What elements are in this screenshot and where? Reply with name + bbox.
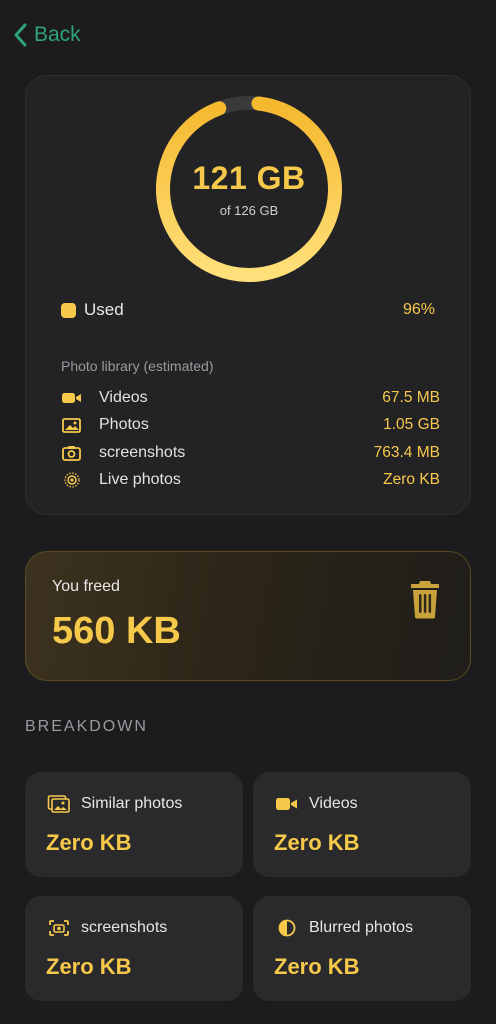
- back-label: Back: [34, 23, 81, 46]
- storage-card: 121 GB of 126 GB Used 96% Photo library …: [25, 75, 471, 515]
- library-row-photos: Photos 1.05 GB: [61, 412, 440, 440]
- total-storage-text: of 126 GB: [219, 203, 279, 218]
- breakdown-title: BREAKDOWN: [25, 718, 148, 735]
- library-row-screenshots: screenshots 763.4 MB: [61, 439, 440, 467]
- video-icon: [276, 798, 297, 810]
- similar-photos-icon: [47, 795, 70, 813]
- video-icon: [61, 388, 87, 408]
- freed-value: 560 KB: [52, 610, 181, 652]
- photo-icon: [61, 415, 87, 435]
- blurred-photos-icon: [278, 919, 296, 937]
- used-label: Used: [84, 300, 124, 319]
- tile-similar-photos[interactable]: Similar photos Zero KB: [25, 772, 243, 877]
- back-button[interactable]: Back: [12, 22, 81, 48]
- tile-blurred-photos[interactable]: Blurred photos Zero KB: [253, 896, 471, 1001]
- chevron-left-icon: [14, 23, 27, 47]
- tile-label: Videos: [309, 795, 358, 812]
- library-row-videos: Videos 67.5 MB: [61, 384, 440, 412]
- used-swatch: [61, 302, 76, 318]
- tile-value: Zero KB: [274, 954, 360, 979]
- tile-label: Blurred photos: [309, 919, 414, 936]
- freed-label: You freed: [52, 578, 120, 595]
- tile-value: Zero KB: [46, 830, 132, 855]
- photo-library-list: Videos 67.5 MB Photos 1.05 GB screenshot…: [61, 384, 440, 494]
- tile-value: Zero KB: [46, 954, 132, 979]
- screenshot-icon: [61, 443, 87, 463]
- tile-label: Similar photos: [81, 795, 183, 812]
- screenshot-icon: [49, 920, 69, 936]
- library-row-live-photos: Live photos Zero KB: [61, 467, 440, 495]
- tile-value: Zero KB: [274, 830, 360, 855]
- tile-label: screenshots: [81, 919, 168, 936]
- ring-center: 121 GB of 126 GB: [150, 90, 348, 288]
- used-legend-row: Used 96%: [61, 300, 435, 320]
- trash-icon[interactable]: [408, 578, 442, 620]
- tile-screenshots[interactable]: screenshots Zero KB: [25, 896, 243, 1001]
- used-percent: 96%: [402, 301, 435, 318]
- photo-library-title: Photo library (estimated): [61, 358, 214, 374]
- used-storage-value: 121 GB: [192, 160, 306, 196]
- freed-card: You freed 560 KB: [25, 551, 471, 681]
- tile-videos[interactable]: Videos Zero KB: [253, 772, 471, 877]
- live-photo-icon: [61, 470, 87, 490]
